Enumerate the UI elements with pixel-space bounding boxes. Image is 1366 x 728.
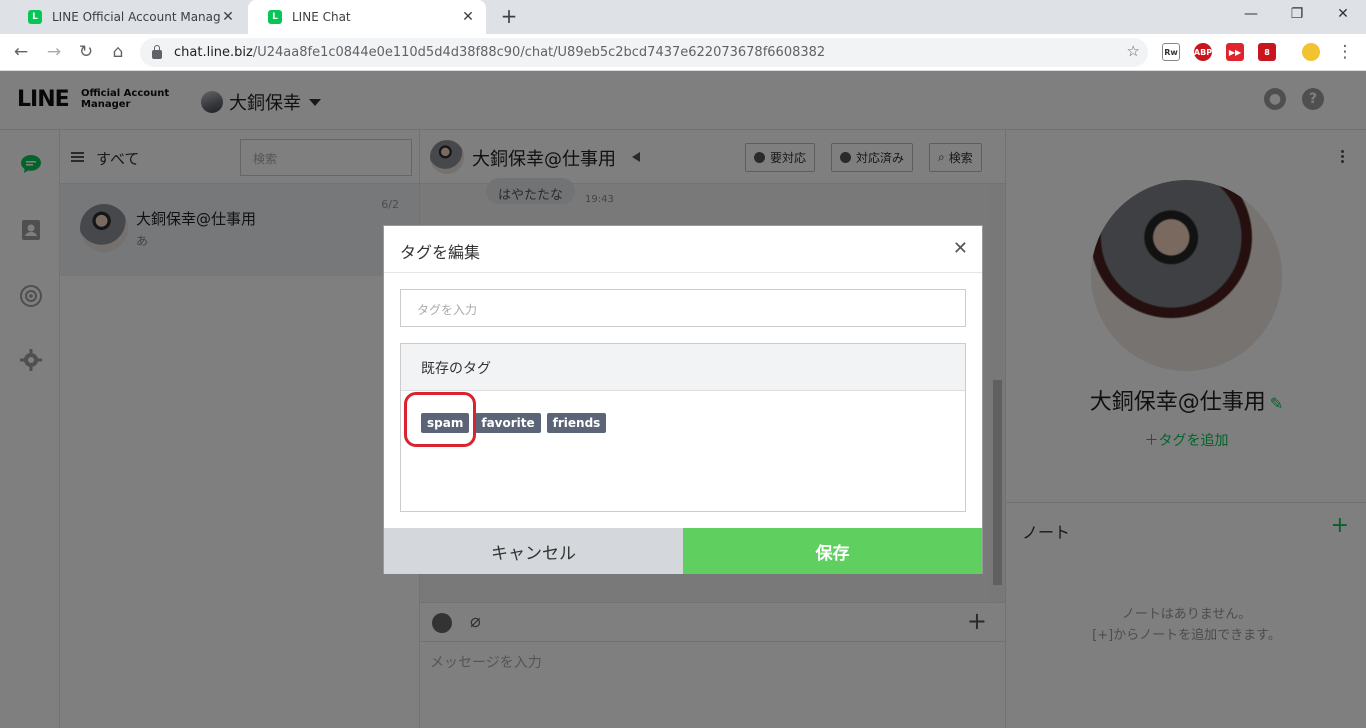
line-favicon-icon: L xyxy=(28,10,42,24)
adblock-icon[interactable]: ABP xyxy=(1194,43,1212,61)
highlight-annotation xyxy=(404,392,476,447)
extension-rw-icon[interactable]: Rw xyxy=(1162,43,1180,61)
new-tab-icon[interactable]: + xyxy=(498,6,520,28)
edit-tag-dialog: タグを編集 ✕ タグを入力 既存のタグ spam favorite friend… xyxy=(383,225,983,574)
extension-p-icon[interactable]: 8 xyxy=(1258,43,1276,61)
close-tab-icon[interactable]: ✕ xyxy=(460,9,476,25)
chrome-menu-icon[interactable]: ⋮ xyxy=(1334,41,1356,63)
reload-icon[interactable]: ↻ xyxy=(75,41,97,63)
tag-favorite[interactable]: favorite xyxy=(475,413,541,433)
extension-badge: 8 xyxy=(1264,47,1270,57)
existing-tags-panel: 既存のタグ spam favorite friends xyxy=(400,343,966,512)
tab-title: LINE Chat xyxy=(292,10,351,24)
tag-friends[interactable]: friends xyxy=(546,413,607,433)
browser-tab-line-chat[interactable]: L LINE Chat ✕ xyxy=(248,0,486,34)
dialog-title: タグを編集 xyxy=(400,243,481,262)
bookmark-star-icon[interactable]: ☆ xyxy=(1127,42,1140,60)
tag-input[interactable]: タグを入力 xyxy=(400,289,966,327)
home-icon[interactable]: ⌂ xyxy=(107,41,129,63)
extension-video-icon[interactable]: ▶▶ xyxy=(1226,43,1244,61)
address-bar[interactable]: chat.line.biz/U24aa8fe1c0844e0e110d5d4d3… xyxy=(140,38,1148,67)
window-close-icon[interactable]: ✕ xyxy=(1320,0,1366,30)
close-tab-icon[interactable]: ✕ xyxy=(220,9,236,25)
profile-avatar-icon[interactable] xyxy=(1302,43,1320,61)
cancel-button[interactable]: キャンセル xyxy=(384,528,683,574)
save-button[interactable]: 保存 xyxy=(683,528,982,574)
browser-tab-oam[interactable]: L LINE Official Account Manager ✕ xyxy=(8,0,246,34)
browser-tab-strip: L LINE Official Account Manager ✕ L LINE… xyxy=(0,0,1366,34)
minimize-icon[interactable]: — xyxy=(1228,0,1274,30)
tab-title: LINE Official Account Manager xyxy=(52,10,220,24)
restore-icon[interactable]: ❐ xyxy=(1274,0,1320,30)
browser-toolbar: ← → ↻ ⌂ chat.line.biz/U24aa8fe1c0844e0e1… xyxy=(0,34,1366,71)
back-icon[interactable]: ← xyxy=(10,41,32,63)
close-icon[interactable]: ✕ xyxy=(953,238,968,259)
line-favicon-icon: L xyxy=(268,10,282,24)
lock-icon xyxy=(152,45,162,59)
dialog-header: タグを編集 ✕ xyxy=(384,226,982,273)
url-text: chat.line.biz/U24aa8fe1c0844e0e110d5d4d3… xyxy=(174,45,826,60)
forward-icon[interactable]: → xyxy=(43,41,65,63)
existing-tags-label: 既存のタグ xyxy=(401,344,965,391)
